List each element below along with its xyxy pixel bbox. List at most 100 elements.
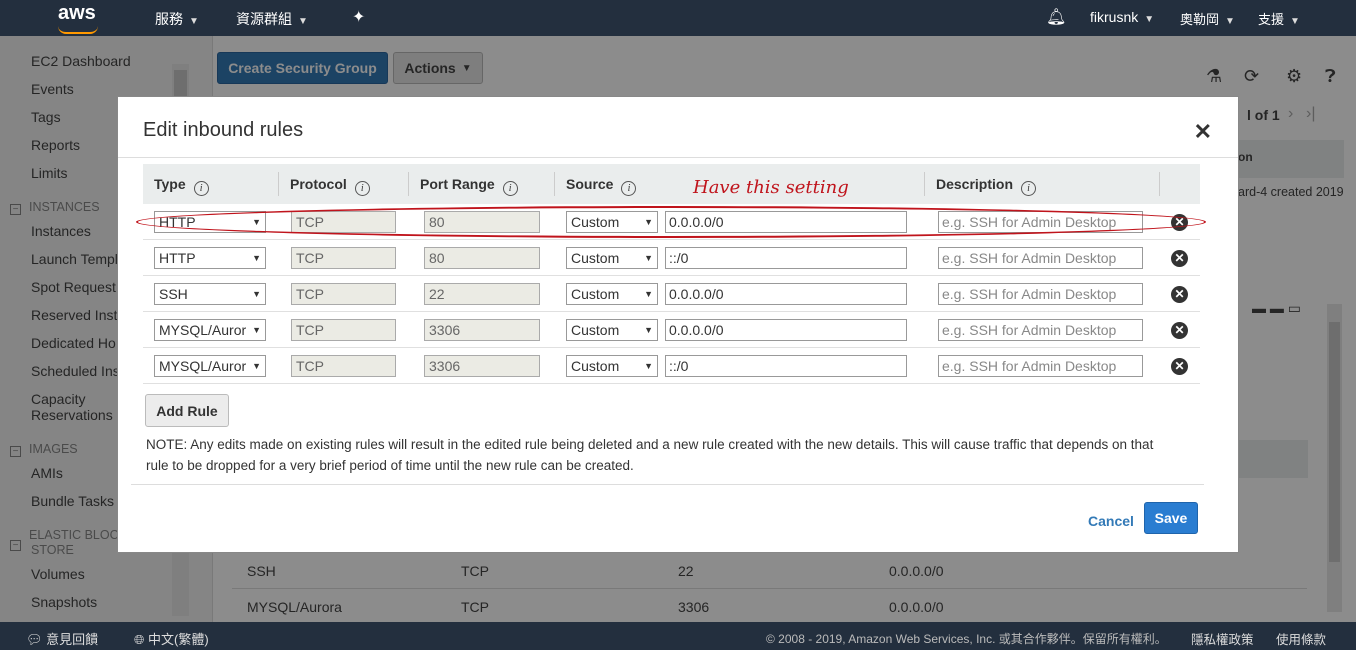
support-menu[interactable]: 支援 ▼ bbox=[1258, 9, 1300, 28]
info-icon[interactable]: i bbox=[193, 181, 209, 196]
description-input[interactable]: e.g. SSH for Admin Desktop bbox=[938, 247, 1143, 269]
port-range-field: 80 bbox=[424, 211, 540, 233]
table-row: MYSQL/Auror ▼ TCP 3306 Custom ▼ ::/0 e.g. … bbox=[143, 348, 1200, 384]
description-input[interactable]: e.g. SSH for Admin Desktop bbox=[938, 283, 1143, 305]
remove-rule-icon[interactable]: ✕ bbox=[1171, 214, 1188, 231]
user-menu[interactable]: fikrusnk ▼ bbox=[1090, 9, 1154, 25]
support-label: 支援 bbox=[1258, 12, 1285, 27]
add-rule-button[interactable]: Add Rule bbox=[145, 394, 229, 427]
copyright-text: © 2008 - 2019, Amazon Web Services, Inc.… bbox=[766, 632, 1167, 646]
source-input[interactable]: 0.0.0.0/0 bbox=[665, 319, 907, 341]
table-row: MYSQL/Auror ▼ TCP 3306 Custom ▼ 0.0.0.0/0 … bbox=[143, 312, 1200, 348]
close-icon[interactable]: ✕ bbox=[1194, 119, 1212, 145]
source-type-value: Custom bbox=[571, 250, 620, 266]
source-input[interactable]: ::/0 bbox=[665, 355, 907, 377]
aws-logo[interactable]: aws bbox=[58, 2, 98, 34]
description-input[interactable]: e.g. SSH for Admin Desktop bbox=[938, 211, 1143, 233]
dropdown-arrow-icon: ▼ bbox=[644, 361, 653, 371]
dropdown-arrow-icon: ▼ bbox=[644, 289, 653, 299]
column-port-range: Port Range i bbox=[420, 176, 518, 196]
column-separator bbox=[554, 172, 555, 196]
protocol-field: TCP bbox=[291, 283, 396, 305]
description-input[interactable]: e.g. SSH for Admin Desktop bbox=[938, 319, 1143, 341]
chevron-down-icon: ▼ bbox=[1144, 14, 1155, 25]
source-type-select[interactable]: Custom ▼ bbox=[566, 247, 658, 269]
services-menu[interactable]: 服務 ▼ bbox=[155, 9, 199, 29]
source-type-value: Custom bbox=[571, 358, 620, 374]
source-type-select[interactable]: Custom ▼ bbox=[566, 211, 658, 233]
column-label: Protocol bbox=[290, 176, 347, 192]
column-description: Description i bbox=[936, 176, 1037, 196]
type-select[interactable]: SSH ▼ bbox=[154, 283, 266, 305]
note-text: NOTE: Any edits made on existing rules w… bbox=[146, 437, 1154, 473]
divider bbox=[118, 157, 1238, 158]
dropdown-arrow-icon: ▼ bbox=[644, 325, 653, 335]
cancel-button[interactable]: Cancel bbox=[1088, 513, 1134, 529]
port-range-field: 22 bbox=[424, 283, 540, 305]
dialog-title: Edit inbound rules bbox=[143, 119, 304, 141]
remove-rule-icon[interactable]: ✕ bbox=[1171, 286, 1188, 303]
type-select[interactable]: MYSQL/Auror ▼ bbox=[154, 355, 266, 377]
type-value: MYSQL/Auror bbox=[159, 322, 247, 338]
type-value: SSH bbox=[159, 286, 188, 302]
save-button[interactable]: Save bbox=[1144, 502, 1198, 534]
source-type-value: Custom bbox=[571, 214, 620, 230]
column-label: Source bbox=[566, 176, 614, 192]
source-type-select[interactable]: Custom ▼ bbox=[566, 319, 658, 341]
table-row: HTTP ▼ TCP 80 Custom ▼ ::/0 e.g. SSH for A… bbox=[143, 240, 1200, 276]
language-link[interactable]: 🌐︎ 中文(繁體) bbox=[134, 629, 209, 648]
type-select[interactable]: HTTP ▼ bbox=[154, 247, 266, 269]
logo-text: aws bbox=[58, 2, 96, 24]
table-row: HTTP ▼ TCP 80 Custom ▼ 0.0.0.0/0 e.g. SSH … bbox=[143, 204, 1200, 240]
column-separator bbox=[924, 172, 925, 196]
info-icon[interactable]: i bbox=[502, 181, 518, 196]
dropdown-arrow-icon: ▼ bbox=[252, 253, 261, 263]
type-select[interactable]: HTTP ▼ bbox=[154, 211, 266, 233]
dropdown-arrow-icon: ▼ bbox=[252, 217, 261, 227]
protocol-field: TCP bbox=[291, 355, 396, 377]
protocol-field: TCP bbox=[291, 319, 396, 341]
info-icon[interactable]: i bbox=[621, 181, 637, 196]
source-type-select[interactable]: Custom ▼ bbox=[566, 283, 658, 305]
dropdown-arrow-icon: ▼ bbox=[252, 289, 261, 299]
source-type-value: Custom bbox=[571, 322, 620, 338]
region-menu[interactable]: 奧勒岡 ▼ bbox=[1180, 9, 1235, 28]
user-label: fikrusnk bbox=[1090, 9, 1139, 25]
chevron-down-icon: ▼ bbox=[1225, 16, 1235, 27]
chevron-down-icon: ▼ bbox=[298, 16, 308, 27]
port-range-field: 3306 bbox=[424, 319, 540, 341]
resource-groups-label: 資源群組 bbox=[236, 11, 292, 27]
privacy-link[interactable]: 隱私權政策 bbox=[1191, 629, 1254, 648]
source-type-value: Custom bbox=[571, 286, 620, 302]
table-header: Type i Protocol i Port Range i Source i Desc… bbox=[143, 164, 1200, 204]
chat-bubble-icon: 💬︎ bbox=[26, 632, 43, 647]
info-icon[interactable]: i bbox=[1021, 181, 1037, 196]
resource-groups-menu[interactable]: 資源群組 ▼ bbox=[236, 9, 308, 29]
remove-rule-icon[interactable]: ✕ bbox=[1171, 358, 1188, 375]
services-label: 服務 bbox=[155, 11, 183, 27]
column-type: Type i bbox=[154, 176, 209, 196]
edit-inbound-rules-dialog: Edit inbound rules ✕ Type i Protocol i Por… bbox=[117, 96, 1239, 553]
source-input[interactable]: 0.0.0.0/0 bbox=[665, 283, 907, 305]
type-value: HTTP bbox=[159, 214, 196, 230]
pin-icon[interactable]: ✦ bbox=[352, 7, 365, 27]
terms-link[interactable]: 使用條款 bbox=[1276, 629, 1326, 648]
footer-bar: 💬︎ 意見回饋 🌐︎ 中文(繁體) © 2008 - 2019, Amazon … bbox=[0, 622, 1356, 650]
column-separator bbox=[408, 172, 409, 196]
port-range-field: 80 bbox=[424, 247, 540, 269]
type-select[interactable]: MYSQL/Auror ▼ bbox=[154, 319, 266, 341]
remove-rule-icon[interactable]: ✕ bbox=[1171, 250, 1188, 267]
source-input[interactable]: 0.0.0.0/0 bbox=[665, 211, 907, 233]
remove-rule-icon[interactable]: ✕ bbox=[1171, 322, 1188, 339]
feedback-link[interactable]: 💬︎ 意見回饋 bbox=[26, 629, 98, 648]
source-input[interactable]: ::/0 bbox=[665, 247, 907, 269]
bell-icon[interactable]: 🔔︎ bbox=[1046, 7, 1066, 27]
source-type-select[interactable]: Custom ▼ bbox=[566, 355, 658, 377]
column-label: Port Range bbox=[420, 176, 495, 192]
description-input[interactable]: e.g. SSH for Admin Desktop bbox=[938, 355, 1143, 377]
column-label: Description bbox=[936, 176, 1014, 192]
column-protocol: Protocol i bbox=[290, 176, 370, 196]
type-value: HTTP bbox=[159, 250, 196, 266]
info-icon[interactable]: i bbox=[354, 181, 370, 196]
column-separator bbox=[1159, 172, 1160, 196]
